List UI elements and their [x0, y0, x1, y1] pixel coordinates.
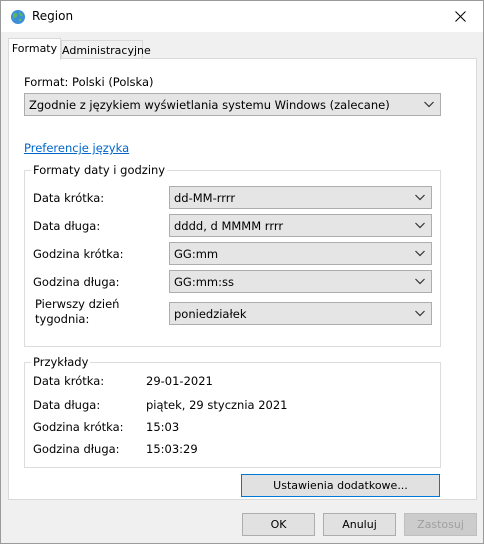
region-dialog: Region Formaty Administracyjne Format: P… — [0, 0, 484, 544]
long-time-dropdown[interactable]: GG:mm:ss — [169, 270, 432, 293]
long-time-label: Godzina długa: — [33, 275, 120, 289]
example-long-time-value: 15:03:29 — [146, 442, 198, 456]
short-time-label: Godzina krótka: — [33, 247, 124, 261]
cancel-button[interactable]: Anuluj — [323, 513, 396, 536]
long-date-dropdown[interactable]: dddd, d MMMM rrrr — [169, 214, 432, 237]
tab-formaty[interactable]: Formaty — [8, 38, 61, 60]
language-preferences-link[interactable]: Preferencje języka — [24, 141, 129, 155]
short-date-label: Data krótka: — [33, 191, 105, 205]
chevron-down-icon — [415, 194, 425, 201]
date-time-formats-title: Formaty daty i godziny — [31, 163, 168, 177]
short-time-value: GG:mm — [174, 247, 219, 261]
tab-panel: Format: Polski (Polska) Zgodnie z języki… — [8, 58, 477, 500]
first-day-value: poniedziałek — [174, 307, 247, 321]
long-time-value: GG:mm:ss — [174, 275, 234, 289]
first-day-label: Pierwszy dzień tygodnia: — [35, 297, 120, 326]
ok-button[interactable]: OK — [242, 513, 315, 536]
title-bar: Region — [1, 1, 483, 32]
chevron-down-icon — [415, 278, 425, 285]
chevron-down-icon — [415, 250, 425, 257]
close-icon — [454, 11, 466, 22]
format-value: Zgodnie z językiem wyświetlania systemu … — [29, 98, 390, 112]
close-button[interactable] — [437, 1, 483, 32]
additional-settings-button[interactable]: Ustawienia dodatkowe... — [241, 474, 440, 497]
window-title: Region — [32, 9, 74, 23]
tab-administracyjne[interactable]: Administracyjne — [61, 40, 151, 60]
example-long-date-value: piątek, 29 stycznia 2021 — [146, 398, 288, 412]
format-label: Format: Polski (Polska) — [24, 75, 154, 89]
short-date-dropdown[interactable]: dd-MM-rrrr — [169, 186, 432, 209]
format-dropdown[interactable]: Zgodnie z językiem wyświetlania systemu … — [24, 93, 441, 116]
long-date-value: dddd, d MMMM rrrr — [174, 219, 284, 233]
short-time-dropdown[interactable]: GG:mm — [169, 242, 432, 265]
chevron-down-icon — [424, 101, 434, 108]
globe-icon — [11, 10, 25, 24]
apply-button[interactable]: Zastosuj — [404, 513, 477, 536]
chevron-down-icon — [415, 222, 425, 229]
example-short-date-label: Data krótka: — [33, 374, 105, 388]
example-short-time-value: 15:03 — [146, 420, 180, 434]
first-day-dropdown[interactable]: poniedziałek — [169, 302, 432, 325]
short-date-value: dd-MM-rrrr — [174, 191, 236, 205]
long-date-label: Data długa: — [33, 219, 101, 233]
examples-title: Przykłady — [31, 355, 91, 369]
example-long-date-label: Data długa: — [33, 398, 101, 412]
example-short-date-value: 29-01-2021 — [146, 374, 213, 388]
chevron-down-icon — [415, 310, 425, 317]
example-short-time-label: Godzina krótka: — [33, 420, 124, 434]
example-long-time-label: Godzina długa: — [33, 442, 120, 456]
